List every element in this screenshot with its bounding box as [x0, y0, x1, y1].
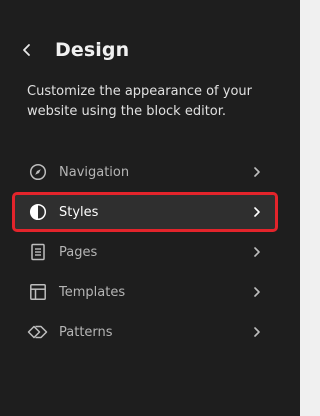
- back-button[interactable]: [14, 36, 40, 64]
- sidebar-header: Design: [14, 36, 129, 64]
- nav-item-templates[interactable]: Templates: [14, 274, 276, 310]
- nav-item-patterns[interactable]: Patterns: [14, 314, 276, 350]
- templates-layout-icon: [26, 280, 50, 304]
- nav-item-navigation[interactable]: Navigation: [14, 154, 276, 190]
- nav-item-label: Styles: [59, 204, 99, 220]
- nav-item-label: Navigation: [59, 164, 130, 180]
- styles-half-circle-icon: [26, 200, 50, 224]
- design-navigation-menu: Navigation Styles Pages Templates Patter…: [12, 154, 278, 354]
- chevron-right-icon: [254, 167, 260, 177]
- navigation-compass-icon: [26, 160, 50, 184]
- chevron-right-icon: [254, 247, 260, 257]
- design-sidebar: Design Customize the appearance of your …: [0, 0, 300, 416]
- nav-item-label: Patterns: [59, 324, 113, 340]
- chevron-right-icon: [254, 287, 260, 297]
- page-title: Design: [55, 39, 130, 61]
- sidebar-description: Customize the appearance of your website…: [27, 84, 252, 119]
- nav-item-label: Templates: [59, 284, 126, 300]
- editor-canvas-edge: [300, 0, 317, 416]
- patterns-diamonds-icon: [26, 320, 50, 344]
- nav-item-styles[interactable]: Styles: [12, 192, 278, 232]
- chevron-right-icon: [254, 207, 260, 217]
- nav-item-label: Pages: [59, 244, 98, 260]
- chevron-right-icon: [254, 327, 260, 337]
- pages-document-icon: [26, 240, 50, 264]
- nav-item-pages[interactable]: Pages: [14, 234, 276, 270]
- chevron-left-icon: [23, 44, 30, 56]
